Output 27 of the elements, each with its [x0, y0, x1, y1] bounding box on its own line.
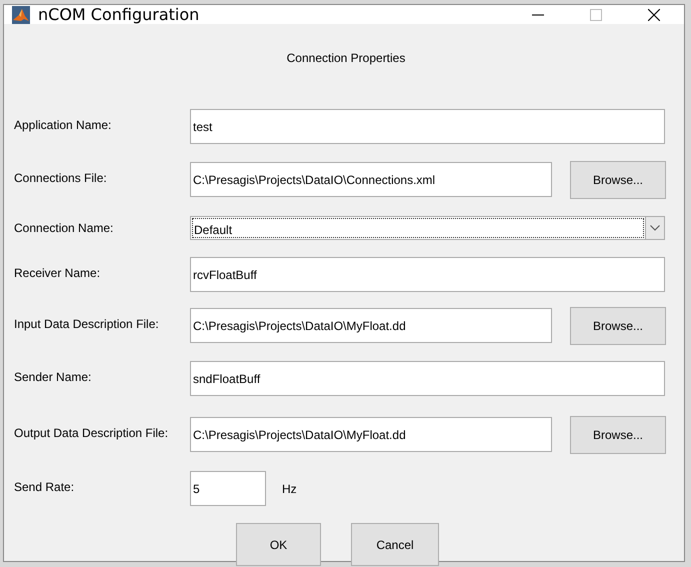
rate-field[interactable]: 5 — [190, 471, 266, 506]
close-icon[interactable] — [648, 8, 660, 20]
section-heading: Connection Properties — [286, 51, 406, 67]
app-logo-icon — [12, 6, 30, 24]
field-label: Application Name: — [14, 117, 112, 132]
field-label: Connection Name: — [14, 220, 114, 235]
ok-button[interactable]: OK — [236, 523, 321, 566]
text-field[interactable]: sndFloatBuff — [190, 361, 665, 396]
file-path-field[interactable]: C:\Presagis\Projects\DataIO\MyFloat.dd — [190, 417, 552, 452]
field-label: Send Rate: — [14, 479, 76, 494]
text-field[interactable]: test — [190, 109, 665, 144]
dropdown[interactable]: Default — [190, 216, 665, 240]
cancel-button[interactable]: Cancel — [351, 523, 439, 566]
window-title: nCOM Configuration — [38, 5, 200, 24]
browse-button[interactable]: Browse... — [570, 416, 666, 454]
text-field[interactable]: rcvFloatBuff — [190, 257, 665, 292]
field-label: Receiver Name: — [14, 265, 102, 280]
file-path-field[interactable]: C:\Presagis\Projects\DataIO\MyFloat.dd — [190, 308, 552, 343]
file-path-field[interactable]: C:\Presagis\Projects\DataIO\Connections.xml — [190, 162, 552, 197]
field-label: Output Data Description File: — [14, 425, 170, 440]
chevron-down-icon — [650, 225, 660, 231]
unit-label: Hz — [282, 481, 297, 496]
field-label: Input Data Description File: — [14, 316, 160, 331]
browse-button[interactable]: Browse... — [570, 307, 666, 345]
field-label: Connections File: — [14, 170, 108, 185]
browse-button[interactable]: Browse... — [570, 161, 666, 199]
field-label: Sender Name: — [14, 369, 92, 384]
